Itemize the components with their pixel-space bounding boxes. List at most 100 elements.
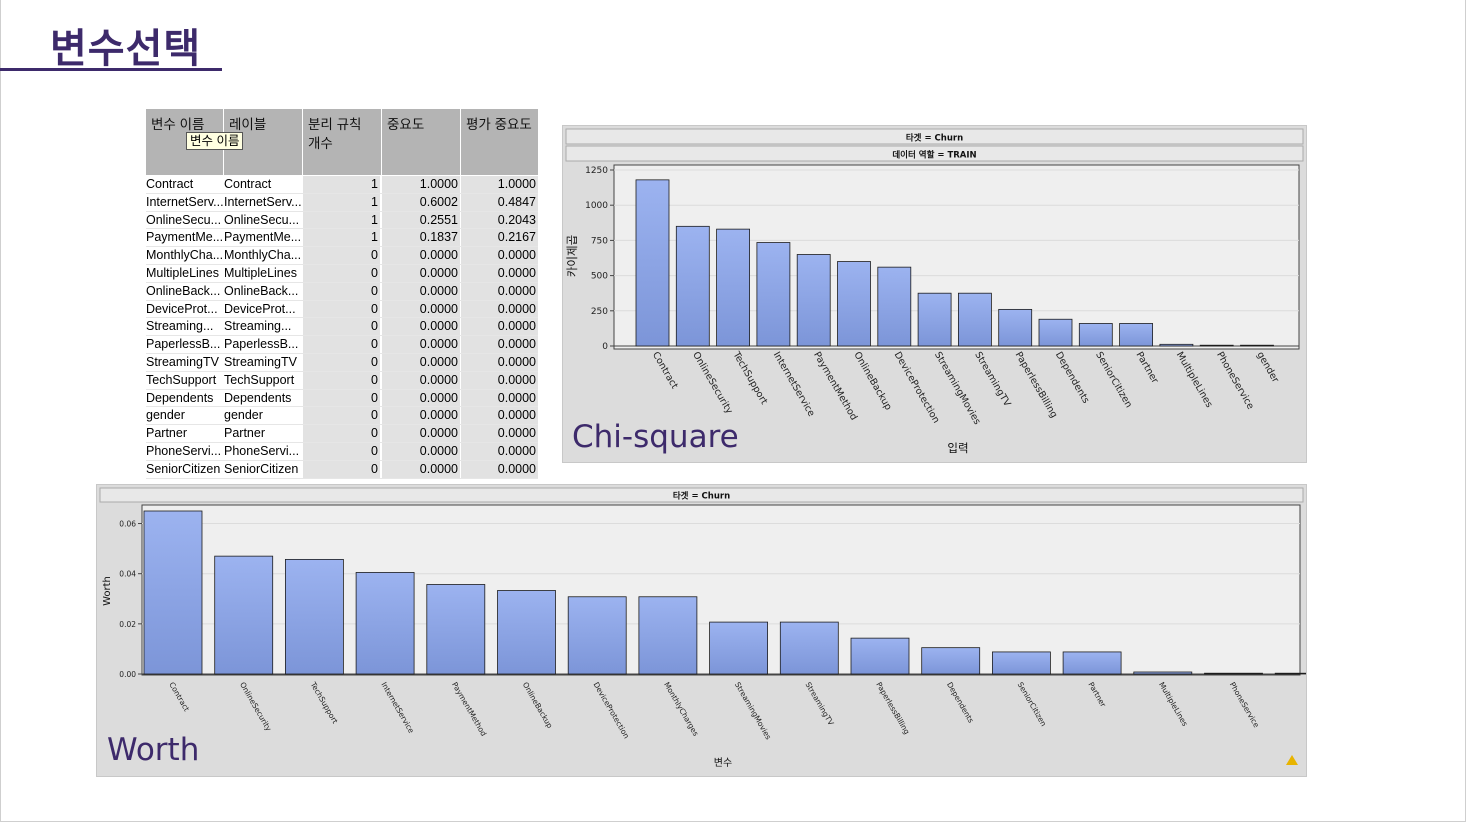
worth-chart: 타겟 = Churn 0.00 0.02 0.04 0.06 Contract Online… — [99, 487, 1306, 769]
bar — [1199, 344, 1234, 347]
bar — [877, 266, 912, 347]
table-cell: 1 — [303, 229, 380, 247]
x-tick-label: TechSupport — [730, 349, 770, 407]
table-cell: 0 — [303, 407, 380, 425]
x-tick-label: MonthlyCharges — [662, 681, 700, 738]
column-header-split-rules[interactable]: 분리 규칙 개수 — [303, 109, 382, 175]
table-row[interactable]: InternetServ... InternetServ... 1 0.6002 0.4… — [146, 193, 538, 212]
worth-chart-panel: 타겟 = Churn 0.00 0.02 0.04 0.06 Contract Online… — [96, 484, 1307, 777]
table-row[interactable]: MonthlyCha... MonthlyCha... 0 0.0000 0.0000 — [146, 247, 538, 265]
bar — [675, 225, 710, 347]
table-row[interactable]: PhoneServi... PhoneServi... 0 0.0000 0.0000 — [146, 442, 538, 461]
table-row[interactable]: SeniorCitizen SeniorCitizen 0 0.0000 0.0000 — [146, 460, 538, 479]
table-cell: 0.0000 — [382, 442, 460, 460]
table-cell: 0.0000 — [461, 264, 538, 282]
table-row[interactable]: Streaming... Streaming... 0 0.0000 0.0000 — [146, 318, 538, 337]
table-cell: 0 — [303, 336, 380, 353]
table-cell: 0.2551 — [382, 211, 460, 229]
header-tooltip: 변수 이름 — [186, 132, 244, 150]
bar — [1159, 343, 1194, 347]
x-tick-label: TechSupport — [308, 680, 340, 726]
x-axis-label: 변수 — [714, 757, 732, 769]
bar — [716, 228, 751, 347]
bar — [214, 555, 274, 675]
y-tick-label: 1250 — [585, 166, 608, 176]
table-cell: 0.1837 — [382, 229, 460, 247]
table-cell: 0.4847 — [461, 193, 538, 211]
bar — [992, 651, 1051, 675]
y-tick-label: 0.00 — [119, 670, 136, 679]
x-tick-label: StreamingTV — [972, 350, 1012, 409]
bar — [1240, 344, 1274, 347]
table-cell: 0 — [303, 460, 380, 478]
bar — [1274, 672, 1306, 675]
table-cell: InternetServ... — [146, 193, 224, 211]
y-tick-label: 500 — [591, 272, 608, 282]
table-cell: 0 — [303, 425, 380, 442]
x-tick-label: Dependents — [945, 681, 976, 725]
table-cell: MonthlyCha... — [224, 247, 302, 264]
bar — [1078, 323, 1113, 347]
table-cell: PaperlessB... — [224, 336, 302, 353]
column-header-importance[interactable]: 중요도 — [382, 109, 461, 175]
table-row[interactable]: Partner Partner 0 0.0000 0.0000 — [146, 425, 538, 443]
bar — [709, 621, 768, 675]
bar — [850, 637, 910, 675]
table-body: Contract Contract 1 1.0000 1.0000 InternetSer… — [146, 176, 538, 479]
table-cell: 0.0000 — [382, 460, 460, 478]
table-cell: PaperlessB... — [146, 336, 224, 353]
chart-header-text: 타겟 = Churn — [906, 133, 963, 144]
x-tick-label: SeniorCitizen — [1093, 350, 1134, 410]
table-cell: 0.2167 — [461, 229, 538, 247]
y-axis-label: Worth — [102, 576, 113, 606]
x-tick-label: OnlineBackup — [851, 350, 893, 412]
column-header-validation-importance[interactable]: 평가 중요도 — [461, 109, 538, 175]
table-row[interactable]: OnlineSecu... OnlineSecu... 1 0.2551 0.2043 — [146, 211, 538, 230]
table-cell: 0.0000 — [382, 353, 460, 371]
table-cell: TechSupport — [224, 371, 302, 389]
y-tick-label: 0.02 — [119, 620, 136, 629]
x-tick-label: PaymentMethod — [811, 350, 859, 422]
bar — [635, 179, 670, 347]
bar — [756, 242, 791, 347]
chart-header-text: 데이터 역할 = TRAIN — [892, 150, 976, 161]
table-cell: 1 — [303, 176, 380, 193]
x-tick-label: OnlineSecurity — [690, 350, 735, 416]
bar — [957, 292, 992, 347]
warning-icon[interactable] — [1286, 755, 1298, 765]
table-row[interactable]: gender gender 0 0.0000 0.0000 — [146, 407, 538, 426]
table-row[interactable]: PaymentMe... PaymentMe... 1 0.1837 0.2167 — [146, 229, 538, 248]
x-tick-label: StreamingMovies — [733, 681, 773, 742]
table-row[interactable]: MultipleLines MultipleLines 0 0.0000 0.0000 — [146, 264, 538, 283]
bar — [921, 647, 981, 675]
table-cell: DeviceProt... — [146, 300, 224, 318]
table-row[interactable]: TechSupport TechSupport 0 0.0000 0.0000 — [146, 371, 538, 390]
table-cell: 0 — [303, 353, 380, 371]
table-row[interactable]: PaperlessB... PaperlessB... 0 0.0000 0.0000 — [146, 336, 538, 354]
variable-importance-table: 변수 이름 레이블 분리 규칙 개수 중요도 평가 중요도 변수 이름 Cont… — [146, 109, 538, 479]
table-cell: 0.0000 — [461, 353, 538, 371]
table-row[interactable]: Contract Contract 1 1.0000 1.0000 — [146, 176, 538, 194]
bar — [779, 621, 839, 675]
bar — [1133, 671, 1193, 675]
table-cell: PaymentMe... — [224, 229, 302, 247]
table-cell: 0.0000 — [382, 336, 460, 353]
table-cell: Contract — [146, 176, 224, 193]
table-cell: OnlineBack... — [224, 282, 302, 300]
table-row[interactable]: DeviceProt... DeviceProt... 0 0.0000 0.0000 — [146, 300, 538, 319]
table-cell: Partner — [224, 425, 302, 442]
x-tick-label: PhoneService — [1228, 681, 1261, 730]
bar — [567, 596, 627, 675]
table-cell: MonthlyCha... — [146, 247, 224, 264]
table-cell: 0.0000 — [382, 318, 460, 336]
table-row[interactable]: Dependents Dependents 0 0.0000 0.0000 — [146, 389, 538, 408]
table-row[interactable]: OnlineBack... OnlineBack... 0 0.0000 0.0000 — [146, 282, 538, 301]
x-tick-label: PhoneService — [1214, 350, 1256, 412]
table-row[interactable]: StreamingTV StreamingTV 0 0.0000 0.0000 — [146, 353, 538, 372]
table-cell: 0.0000 — [461, 389, 538, 407]
x-tick-label: Contract — [650, 350, 680, 391]
table-cell: OnlineSecu... — [224, 211, 302, 229]
table-cell: 0 — [303, 389, 380, 407]
table-cell: MultipleLines — [146, 264, 224, 282]
x-tick-label: gender — [1254, 350, 1280, 385]
